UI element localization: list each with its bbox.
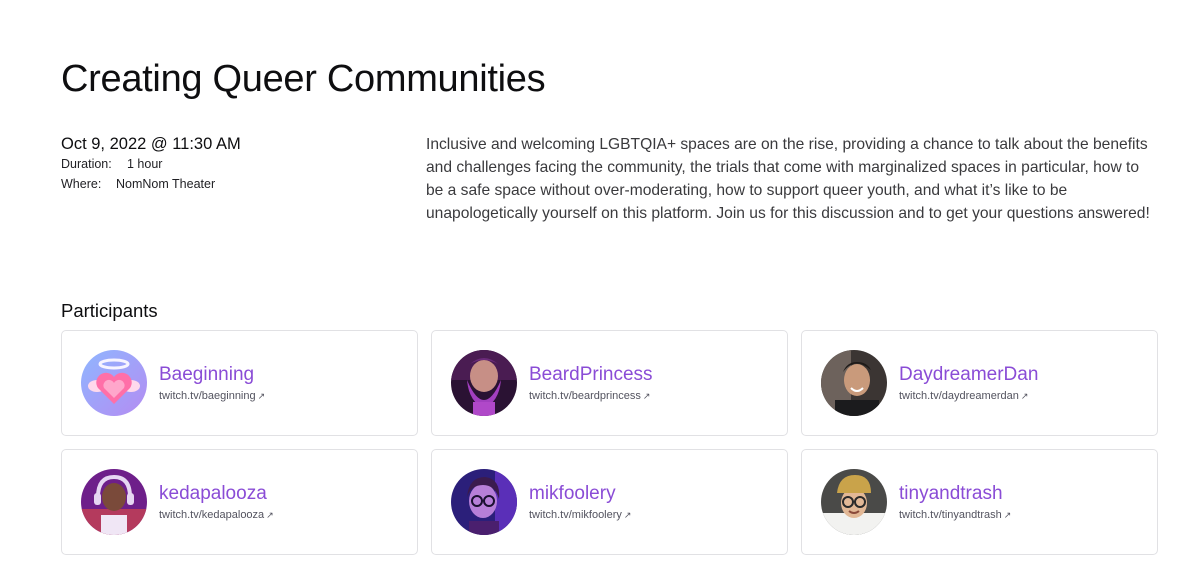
participant-link[interactable]: twitch.tv/mikfoolery ↗ <box>529 507 631 523</box>
participants-grid: Baeginning twitch.tv/baeginning ↗ BeardPr… <box>61 330 1158 555</box>
external-link-arrow-icon: ↗ <box>266 509 274 520</box>
glasses-person-avatar[interactable] <box>451 469 517 535</box>
participant-link[interactable]: twitch.tv/beardprincess ↗ <box>529 388 653 404</box>
participant-link-text[interactable]: twitch.tv/baeginning <box>159 390 256 402</box>
participant-card-baeginning[interactable]: Baeginning twitch.tv/baeginning ↗ <box>61 330 418 436</box>
duration-label: Duration: <box>61 157 112 171</box>
where-row: Where: NomNom Theater <box>61 174 391 194</box>
where-label: Where: <box>61 177 102 191</box>
participant-link[interactable]: twitch.tv/tinyandtrash ↗ <box>899 507 1011 523</box>
external-link-arrow-icon: ↗ <box>1020 390 1029 401</box>
duration-value: 1 hour <box>127 157 163 171</box>
participant-name[interactable]: Baeginning <box>159 363 265 387</box>
participant-link[interactable]: twitch.tv/daydreamerdan ↗ <box>899 388 1038 404</box>
external-link-arrow-icon: ↗ <box>642 390 651 401</box>
external-link-arrow-icon: ↗ <box>1003 509 1012 520</box>
bearded-person-avatar[interactable] <box>451 350 517 416</box>
participant-card-mikfoolery[interactable]: mikfoolery twitch.tv/mikfoolery ↗ <box>431 449 788 555</box>
participant-link-text[interactable]: twitch.tv/kedapalooza <box>159 509 264 521</box>
event-page: Creating Queer Communities Oct 9, 2022 @… <box>0 0 1200 587</box>
participant-name[interactable]: tinyandtrash <box>899 482 1011 506</box>
participant-link-text[interactable]: twitch.tv/tinyandtrash <box>899 509 1002 521</box>
participant-card-kedapalooza[interactable]: kedapalooza twitch.tv/kedapalooza ↗ <box>61 449 418 555</box>
participant-card-beardprincess[interactable]: BeardPrincess twitch.tv/beardprincess ↗ <box>431 330 788 436</box>
external-link-arrow-icon: ↗ <box>623 509 632 520</box>
heart-halo-avatar[interactable] <box>81 350 147 416</box>
participant-link-text[interactable]: twitch.tv/beardprincess <box>529 390 641 402</box>
event-meta: Oct 9, 2022 @ 11:30 AM Duration: 1 hour … <box>61 134 391 194</box>
participant-link-text[interactable]: twitch.tv/mikfoolery <box>529 509 622 521</box>
smiling-person-avatar[interactable] <box>821 350 887 416</box>
where-value: NomNom Theater <box>116 177 216 191</box>
external-link-arrow-icon: ↗ <box>257 390 266 401</box>
event-date: Oct 9, 2022 @ 11:30 AM <box>61 135 241 153</box>
participant-name[interactable]: kedapalooza <box>159 482 274 506</box>
participant-card-daydreamerdan[interactable]: DaydreamerDan twitch.tv/daydreamerdan ↗ <box>801 330 1158 436</box>
participant-link-text[interactable]: twitch.tv/daydreamerdan <box>899 390 1019 402</box>
participant-link[interactable]: twitch.tv/kedapalooza ↗ <box>159 507 274 523</box>
participant-name[interactable]: mikfoolery <box>529 482 631 506</box>
duration-row: Duration: 1 hour <box>61 154 391 174</box>
participants-heading: Participants <box>61 300 158 321</box>
beanie-person-avatar[interactable] <box>821 469 887 535</box>
page-title: Creating Queer Communities <box>61 58 546 100</box>
headphones-person-avatar[interactable] <box>81 469 147 535</box>
participant-name[interactable]: DaydreamerDan <box>899 363 1038 387</box>
participant-link[interactable]: twitch.tv/baeginning ↗ <box>159 388 265 404</box>
participant-name[interactable]: BeardPrincess <box>529 363 653 387</box>
event-description: Inclusive and welcoming LGBTQIA+ spaces … <box>426 136 1150 222</box>
participant-card-tinyandtrash[interactable]: tinyandtrash twitch.tv/tinyandtrash ↗ <box>801 449 1158 555</box>
